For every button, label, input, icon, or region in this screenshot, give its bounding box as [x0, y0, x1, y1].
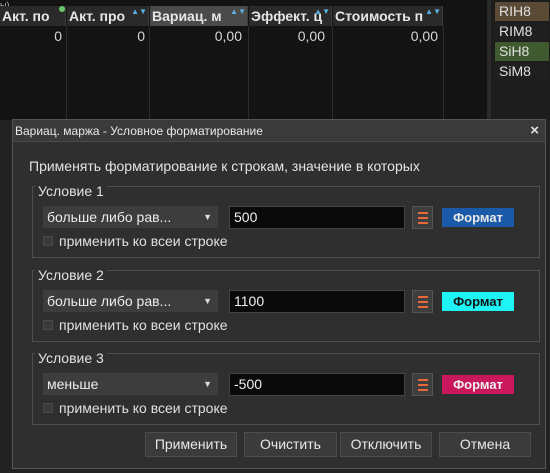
- ticker-item[interactable]: SiM8: [495, 62, 549, 81]
- apply-row-checkbox[interactable]: [43, 403, 53, 414]
- column-header[interactable]: Акт. по: [0, 6, 66, 26]
- operator-select[interactable]: больше либо рав... ▼: [43, 206, 218, 228]
- condition-group-2: Условие 2 больше либо рав... ▼ 1100 Форма…: [32, 267, 540, 342]
- table-cell: 0: [137, 28, 145, 44]
- column-header[interactable]: Эффект. ц ▲▼: [249, 6, 332, 26]
- column-divider: [443, 26, 444, 120]
- ticker-list: RIH8 RIM8 SiH8 SiM8: [487, 0, 550, 120]
- table-cell: 0,00: [214, 28, 242, 44]
- column-header-active[interactable]: Вариац. м ▲▼: [150, 6, 248, 26]
- color-picker-button[interactable]: [412, 206, 433, 229]
- apply-row-checkbox[interactable]: [43, 320, 53, 331]
- intro-text: Применять форматирование к строкам, знач…: [29, 158, 420, 174]
- dropdown-caret-icon: ▼: [203, 379, 212, 389]
- format-button[interactable]: Формат: [442, 292, 514, 311]
- close-icon[interactable]: ×: [530, 122, 539, 139]
- table-cell: 0: [54, 28, 62, 44]
- color-picker-button[interactable]: [412, 290, 433, 313]
- format-button[interactable]: Формат: [442, 208, 514, 227]
- dropdown-caret-icon: ▼: [203, 212, 212, 222]
- sort-icon: ▲▼: [314, 7, 330, 16]
- operator-select[interactable]: меньше ▼: [43, 373, 218, 395]
- table-cell: 0,00: [410, 28, 438, 44]
- ticker-item[interactable]: RIH8: [495, 2, 549, 21]
- column-header[interactable]: Стоимость п ▲▼: [333, 6, 443, 26]
- background-table: ы) Акт. по Акт. про ▲▼ Вариац. м ▲▼ Эффект…: [0, 0, 487, 120]
- table-cell: 0,00: [297, 28, 325, 44]
- conditional-format-dialog: Вариац. маржа - Условное форматирование …: [12, 119, 546, 469]
- apply-button[interactable]: Применить: [145, 432, 237, 457]
- condition-title: Условие 2: [35, 267, 107, 283]
- table-header: Акт. по Акт. про ▲▼ Вариац. м ▲▼ Эффект. ц…: [0, 6, 487, 26]
- cancel-button[interactable]: Отмена: [439, 432, 531, 457]
- condition-title: Условие 3: [35, 350, 107, 366]
- value-input[interactable]: -500: [229, 373, 405, 396]
- dialog-titlebar[interactable]: Вариац. маржа - Условное форматирование …: [13, 120, 545, 142]
- dialog-title: Вариац. маржа - Условное форматирование: [15, 124, 263, 138]
- clear-button[interactable]: Очистить: [244, 432, 337, 457]
- status-dot-icon: [59, 6, 65, 12]
- apply-row-checkbox[interactable]: [43, 236, 53, 247]
- sort-icon: ▲▼: [230, 7, 246, 16]
- sort-icon: ▲▼: [425, 7, 441, 16]
- apply-row-option: применить ко всеи строке: [43, 400, 228, 416]
- condition-group-1: Условие 1 больше либо рав... ▼ 500 Формат…: [32, 183, 540, 258]
- color-picker-button[interactable]: [412, 373, 433, 396]
- apply-row-option: применить ко всеи строке: [43, 233, 228, 249]
- condition-group-3: Условие 3 меньше ▼ -500 Формат применить …: [32, 350, 540, 425]
- dropdown-caret-icon: ▼: [203, 296, 212, 306]
- column-header[interactable]: Акт. про ▲▼: [67, 6, 149, 26]
- apply-row-option: применить ко всеи строке: [43, 317, 228, 333]
- value-input[interactable]: 1100: [229, 290, 405, 313]
- sort-icon: ▲▼: [131, 7, 147, 16]
- operator-select[interactable]: больше либо рав... ▼: [43, 290, 218, 312]
- disable-button[interactable]: Отключить: [340, 432, 432, 457]
- condition-title: Условие 1: [35, 183, 107, 199]
- ticker-item[interactable]: RIM8: [495, 22, 549, 41]
- value-input[interactable]: 500: [229, 206, 405, 229]
- ticker-item[interactable]: SiH8: [495, 42, 549, 61]
- format-button[interactable]: Формат: [442, 375, 514, 394]
